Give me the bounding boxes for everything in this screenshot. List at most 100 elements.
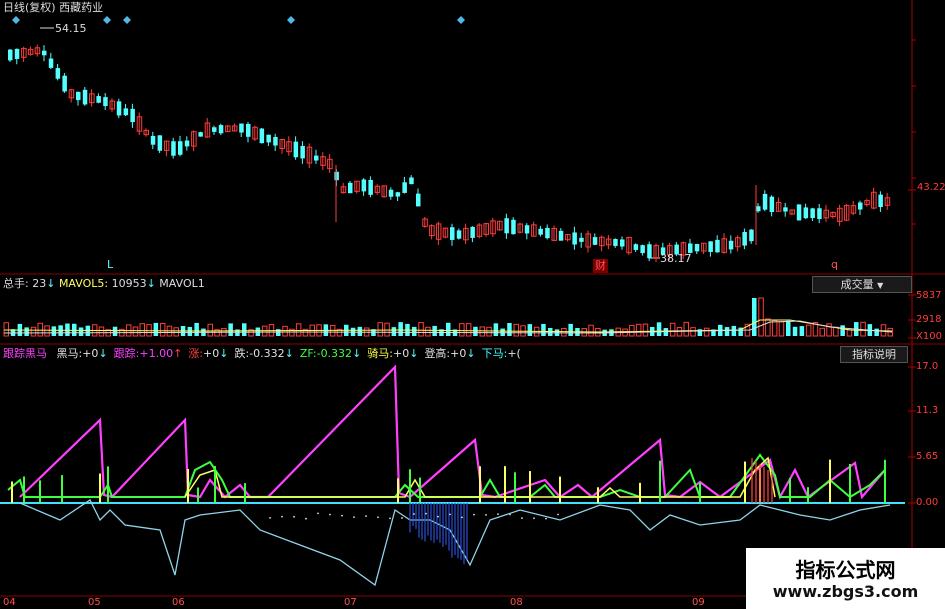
candle-body	[259, 128, 265, 144]
volume-bar	[187, 326, 193, 336]
down-arrow-icon: ↓	[219, 347, 229, 360]
volume-bar	[282, 325, 288, 337]
dot-marker	[413, 513, 415, 515]
candle-body	[157, 135, 163, 151]
diamond-marker-icon	[457, 16, 465, 24]
volume-bar	[377, 322, 383, 337]
candle-body	[762, 193, 768, 210]
candle-body	[76, 91, 81, 101]
dot-marker	[545, 517, 547, 520]
volume-bar	[446, 322, 451, 336]
volume-bar	[425, 326, 431, 337]
candle-body	[55, 68, 61, 79]
volume-bar	[778, 321, 785, 337]
diamond-marker-icon	[123, 16, 131, 24]
candle-body	[511, 219, 516, 235]
x-axis-05: 05	[88, 597, 101, 608]
candle-body	[470, 226, 475, 238]
indicator-item-value: +0	[450, 347, 467, 360]
volume-indicator-button[interactable]: 成交量 ▼	[812, 276, 912, 293]
indicator-item-label: 下马:	[481, 347, 508, 360]
candle-body	[756, 206, 761, 212]
down-arrow-icon: ↓	[352, 347, 362, 360]
volume-bars	[3, 297, 893, 337]
indicator-axis-1: 11.3	[916, 405, 939, 416]
volume-button-label: 成交量	[840, 278, 874, 291]
candle-body	[48, 58, 54, 68]
volume-bar	[432, 325, 437, 336]
mavol5-label: MAVOL5:	[58, 277, 109, 290]
candle-body	[361, 179, 367, 192]
indicator-help-button[interactable]: 指标说明	[840, 346, 908, 363]
candle-body	[368, 179, 373, 195]
down-arrow-icon: ↓	[466, 347, 476, 360]
dot-marker	[557, 513, 559, 516]
candle-body	[178, 141, 183, 155]
volume-bar	[642, 323, 649, 337]
x-axis-08: 08	[510, 597, 523, 608]
candle-body	[796, 204, 802, 221]
dot-marker	[509, 513, 511, 516]
candle-body	[150, 135, 156, 145]
indicator-item-value: +(	[507, 347, 521, 360]
indicator-item-value: -0.332	[316, 347, 353, 360]
volume-bar	[139, 323, 145, 337]
volume-bar	[771, 320, 778, 337]
dropdown-icon: ▼	[877, 281, 884, 290]
indicator-item: 跌:-0.332↓	[234, 347, 293, 360]
dot-marker	[485, 514, 487, 516]
indicator-item: 下马:+(	[482, 347, 521, 360]
candle-body	[742, 232, 747, 246]
candle-body	[524, 225, 530, 234]
down-arrow-icon: ↓	[98, 347, 108, 360]
candle-body	[171, 141, 176, 156]
volume-bar	[412, 326, 417, 336]
indicator-axis-3: 0.00	[916, 497, 939, 508]
x-axis-09: 09	[692, 597, 705, 608]
watermark-url: www.zbgs3.com	[772, 582, 919, 601]
volume-bar	[173, 327, 179, 337]
volume-bar	[826, 323, 832, 337]
candle-body	[504, 218, 509, 234]
volume-bar	[391, 327, 397, 336]
candle-body	[212, 127, 217, 132]
volume-axis-unit: X100	[916, 331, 942, 342]
indicator-header: 跟踪黑马 黑马:+0↓ 跟踪:+1.00↑ 涨:+0↓ 跌:-0.332↓ ZF:-0.…	[3, 347, 521, 361]
candle-body	[647, 244, 652, 259]
x-axis-07: 07	[344, 597, 357, 608]
zf-line	[7, 453, 886, 499]
total-value: 23	[32, 277, 47, 290]
candle-body	[810, 208, 815, 219]
volume-bar	[799, 326, 805, 336]
candle-body	[300, 145, 305, 159]
candle-body	[450, 227, 455, 240]
dot-marker	[269, 516, 271, 519]
candle-body	[769, 196, 775, 213]
high-price-label: 54.15	[55, 22, 87, 35]
volume-bar	[357, 326, 363, 336]
dot-marker	[317, 512, 319, 515]
dot-marker	[377, 516, 379, 519]
volume-bar	[568, 323, 573, 336]
candle-body	[348, 182, 353, 194]
indicator-name[interactable]: 跟踪黑马	[3, 347, 47, 360]
indicator-item-value: +1.00	[139, 347, 174, 360]
volume-bar	[465, 323, 472, 337]
candle-body	[613, 239, 618, 246]
volume-bar	[690, 327, 696, 337]
watermark-title: 指标公式网	[795, 558, 896, 582]
volume-bar	[561, 327, 567, 337]
volume-bar	[513, 323, 519, 337]
diamond-marker-icon	[103, 16, 111, 24]
dot-marker	[281, 515, 283, 518]
volume-bar	[24, 327, 29, 336]
candle-body	[558, 230, 564, 241]
volume-bar	[418, 322, 424, 337]
dot-marker	[473, 513, 475, 516]
volume-bar	[840, 325, 845, 336]
volume-bar	[819, 327, 825, 337]
candle-body	[592, 237, 598, 245]
volume-bar	[527, 324, 533, 336]
dot-marker	[449, 513, 451, 516]
candle-body	[218, 125, 224, 134]
